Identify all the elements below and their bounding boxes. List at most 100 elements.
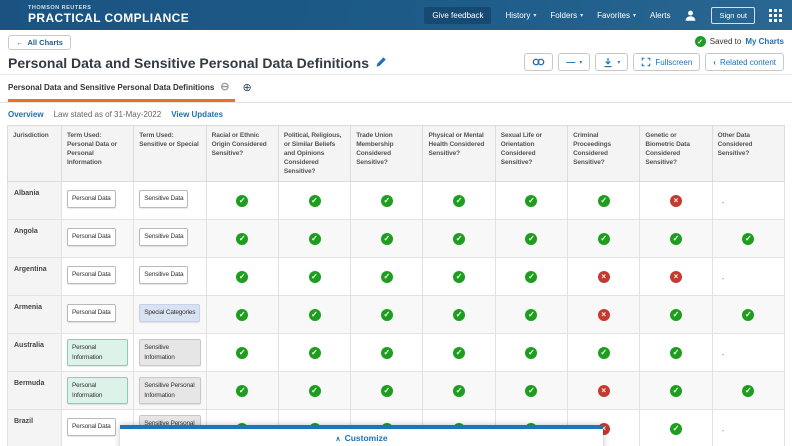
customize-panel-toggle[interactable]: ∧Customize [120, 425, 603, 446]
table-row: BermudaPersonal InformationSensitive Per… [8, 372, 785, 410]
table-row: ArmeniaPersonal DataSpecial Categories✓✓… [8, 296, 785, 334]
flag-yes-icon: ✓ [309, 195, 321, 207]
app-grid-icon[interactable] [769, 9, 782, 22]
term-chip[interactable]: Sensitive Information [139, 339, 200, 366]
copy-link-button[interactable] [524, 53, 553, 71]
dash-value: - [722, 198, 725, 207]
term-cell: Sensitive Information [134, 334, 206, 372]
sensitivity-cell: - [712, 182, 784, 220]
sensitivity-cell: ✓ [712, 372, 784, 410]
sensitivity-cell: ✓ [423, 182, 495, 220]
comparison-table-wrap: JurisdictionTerm Used: Personal Data or … [7, 125, 785, 446]
sensitivity-cell: - [712, 258, 784, 296]
sensitivity-cell: ✓ [206, 372, 278, 410]
table-header: JurisdictionTerm Used: Personal Data or … [8, 126, 785, 182]
sensitivity-cell: ✓ [351, 182, 423, 220]
term-chip[interactable]: Sensitive Data [139, 266, 188, 283]
download-dropdown-button[interactable]: ▾ [595, 53, 628, 71]
flag-yes-icon: ✓ [670, 347, 682, 359]
table-row: AlbaniaPersonal DataSensitive Data✓✓✓✓✓✓… [8, 182, 785, 220]
term-chip[interactable]: Personal Data [67, 266, 116, 283]
flag-yes-icon: ✓ [598, 233, 610, 245]
sensitivity-cell: ✓ [495, 258, 567, 296]
favorites-menu[interactable]: Favorites▾ [597, 11, 636, 20]
dash-value: - [722, 350, 725, 359]
term-chip[interactable]: Sensitive Data [139, 228, 188, 245]
sensitivity-cell: ✓ [278, 258, 350, 296]
sensitivity-cell: ✓ [206, 220, 278, 258]
flag-yes-icon: ✓ [309, 271, 321, 283]
flag-yes-icon: ✓ [453, 347, 465, 359]
overview-link[interactable]: Overview [8, 110, 44, 119]
alerts-link[interactable]: Alerts [650, 11, 670, 20]
flag-yes-icon: ✓ [236, 271, 248, 283]
column-header: Trade Union Membership Considered Sensit… [351, 126, 423, 182]
term-cell: Personal Data [62, 220, 134, 258]
minus-icon: — [566, 58, 575, 67]
annotation-dropdown-button[interactable]: — ▾ [558, 53, 590, 71]
term-cell: Personal Information [62, 372, 134, 410]
term-chip[interactable]: Sensitive Data [139, 190, 188, 207]
sensitivity-cell: ✓ [423, 258, 495, 296]
jurisdiction-cell: Australia [8, 334, 62, 372]
term-cell: Sensitive Data [134, 220, 206, 258]
flag-yes-icon: ✓ [453, 385, 465, 397]
user-profile-icon[interactable] [684, 9, 697, 22]
my-charts-link[interactable]: My Charts [745, 37, 784, 46]
term-cell: Personal Data [62, 258, 134, 296]
jurisdiction-cell: Albania [8, 182, 62, 220]
sensitivity-cell: - [712, 334, 784, 372]
sensitivity-cell: ✓ [568, 182, 640, 220]
tab-personal-data-definitions[interactable]: Personal Data and Sensitive Personal Dat… [8, 75, 235, 102]
sensitivity-cell: ✓ [278, 220, 350, 258]
term-chip[interactable]: Personal Data [67, 304, 116, 321]
sensitivity-cell: × [568, 372, 640, 410]
flag-yes-icon: ✓ [381, 233, 393, 245]
term-chip[interactable]: Personal Information [67, 339, 128, 366]
top-header-bar: THOMSON REUTERS PRACTICAL COMPLIANCE Giv… [0, 0, 792, 30]
chevron-down-icon: ▾ [633, 12, 636, 19]
comparison-table: JurisdictionTerm Used: Personal Data or … [7, 125, 785, 446]
edit-title-pencil-icon[interactable] [375, 55, 387, 71]
sensitivity-cell: - [712, 410, 784, 446]
back-to-all-charts-button[interactable]: ← All Charts [8, 35, 71, 50]
sensitivity-cell: ✓ [640, 334, 712, 372]
sensitivity-cell: ✓ [351, 220, 423, 258]
column-header: Racial or Ethnic Origin Considered Sensi… [206, 126, 278, 182]
flag-yes-icon: ✓ [236, 195, 248, 207]
flag-yes-icon: ✓ [742, 385, 754, 397]
term-chip[interactable]: Sensitive Personal Information [139, 377, 200, 404]
flag-yes-icon: ✓ [453, 233, 465, 245]
fullscreen-button[interactable]: Fullscreen [633, 53, 700, 71]
chevron-left-icon: ‹ [713, 58, 716, 67]
sensitivity-cell: × [640, 258, 712, 296]
term-chip[interactable]: Personal Data [67, 190, 116, 207]
term-chip[interactable]: Personal Data [67, 228, 116, 245]
view-updates-link[interactable]: View Updates [171, 110, 223, 119]
sensitivity-cell: ✓ [351, 296, 423, 334]
column-header: Term Used: Sensitive or Special [134, 126, 206, 182]
sign-out-button[interactable]: Sign out [711, 7, 755, 24]
flag-yes-icon: ✓ [670, 309, 682, 321]
folders-menu[interactable]: Folders▾ [550, 11, 583, 20]
remove-chart-icon[interactable]: ⊖ [220, 82, 229, 93]
column-header: Criminal Proceedings Considered Sensitiv… [568, 126, 640, 182]
sensitivity-cell: ✓ [568, 220, 640, 258]
related-content-button[interactable]: ‹ Related content [705, 53, 784, 71]
term-chip[interactable]: Special Categories [139, 304, 200, 321]
column-header: Other Data Considered Sensitive? [712, 126, 784, 182]
dash-value: - [722, 274, 725, 283]
term-chip[interactable]: Personal Data [67, 418, 116, 435]
chart-toolbar: — ▾ ▾ Fullscreen ‹ Related content [524, 53, 784, 71]
chevron-down-icon: ▾ [579, 59, 582, 66]
column-header: Physical or Mental Health Considered Sen… [423, 126, 495, 182]
give-feedback-button[interactable]: Give feedback [424, 7, 491, 24]
sensitivity-cell: × [568, 258, 640, 296]
flag-yes-icon: ✓ [670, 423, 682, 435]
brand-logo: THOMSON REUTERS PRACTICAL COMPLIANCE [28, 6, 189, 24]
term-chip[interactable]: Personal Information [67, 377, 128, 404]
sensitivity-cell: ✓ [640, 410, 712, 446]
history-menu[interactable]: History▾ [505, 11, 536, 20]
sensitivity-cell: ✓ [640, 296, 712, 334]
add-chart-icon[interactable]: ⊕ [243, 81, 252, 94]
